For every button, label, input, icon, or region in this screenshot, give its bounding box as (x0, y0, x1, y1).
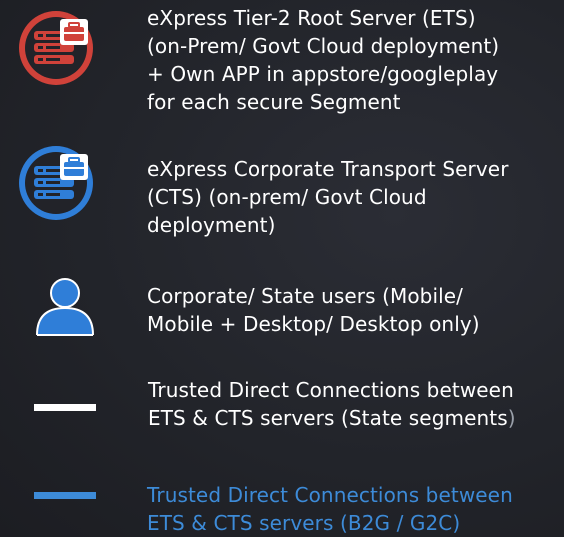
server-briefcase-blue-icon (16, 143, 96, 223)
legend-label-cts: eXpress Corporate Transport Server (CTS)… (147, 155, 509, 239)
legend-line: Mobile + Desktop/ Desktop only) (147, 312, 480, 336)
legend-line: + Own APP in appstore/googleplay (147, 62, 499, 86)
legend-line: Trusted Direct Connections between (147, 483, 513, 507)
legend-line: Corporate/ State users (Mobile/ (147, 284, 464, 308)
legend-line: eXpress Tier-2 Root Server (ETS) (147, 6, 476, 30)
legend-line: Trusted Direct Connections between (148, 378, 514, 402)
legend-line-text: ETS & CTS servers (State segments (148, 406, 508, 430)
legend-line: deployment) (147, 213, 276, 237)
legend-line: for each secure Segment (147, 90, 401, 114)
legend-line-with-dim: ETS & CTS servers (State segments) (148, 404, 516, 432)
legend-line: (CTS) (on-prem/ Govt Cloud (147, 185, 427, 209)
blue-line-swatch (34, 492, 96, 499)
legend-label-users: Corporate/ State users (Mobile/ Mobile +… (147, 282, 480, 338)
closing-paren: ) (507, 406, 516, 430)
user-icon (34, 278, 96, 336)
legend-line: eXpress Corporate Transport Server (147, 157, 509, 181)
legend-line: ETS & CTS servers (B2G / G2C) (147, 511, 461, 535)
server-briefcase-red-icon (16, 8, 96, 88)
legend-line: (on-Prem/ Govt Cloud deployment) (147, 34, 500, 58)
white-line-swatch (34, 404, 96, 411)
legend-label-b2g-connection: Trusted Direct Connections between ETS &… (147, 481, 513, 537)
legend-label-state-connection: Trusted Direct Connections between ETS &… (148, 376, 516, 432)
legend-label-ets: eXpress Tier-2 Root Server (ETS) (on-Pre… (147, 4, 499, 116)
